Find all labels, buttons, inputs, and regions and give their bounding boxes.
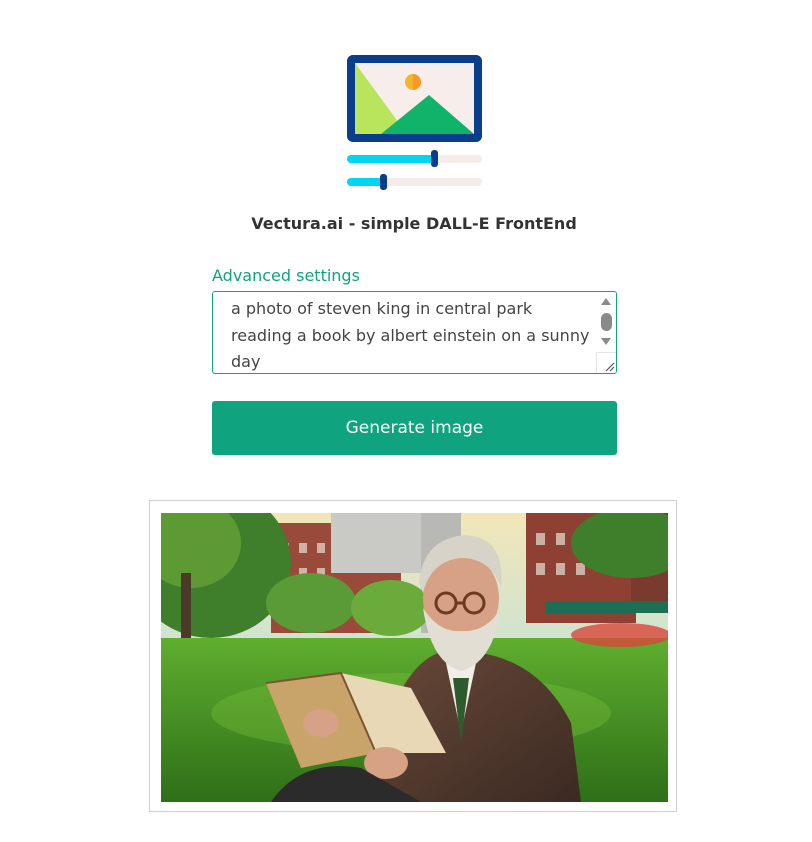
advanced-settings-link[interactable]: Advanced settings (212, 266, 360, 285)
scroll-down-arrow-icon[interactable] (601, 338, 611, 345)
image-settings-icon (347, 55, 482, 190)
generate-image-button[interactable]: Generate image (212, 401, 617, 455)
scroll-up-arrow-icon[interactable] (601, 298, 611, 305)
resize-handle-icon[interactable] (596, 352, 616, 373)
scroll-thumb[interactable] (601, 313, 612, 331)
prompt-textarea[interactable]: a photo of steven king in central park r… (213, 292, 593, 373)
prompt-field[interactable]: a photo of steven king in central park r… (212, 291, 617, 374)
app-page: Vectura.ai - simple DALL-E FrontEnd Adva… (0, 0, 812, 842)
generated-image (161, 513, 668, 802)
result-image-frame (149, 500, 677, 812)
app-title: Vectura.ai - simple DALL-E FrontEnd (251, 214, 577, 233)
